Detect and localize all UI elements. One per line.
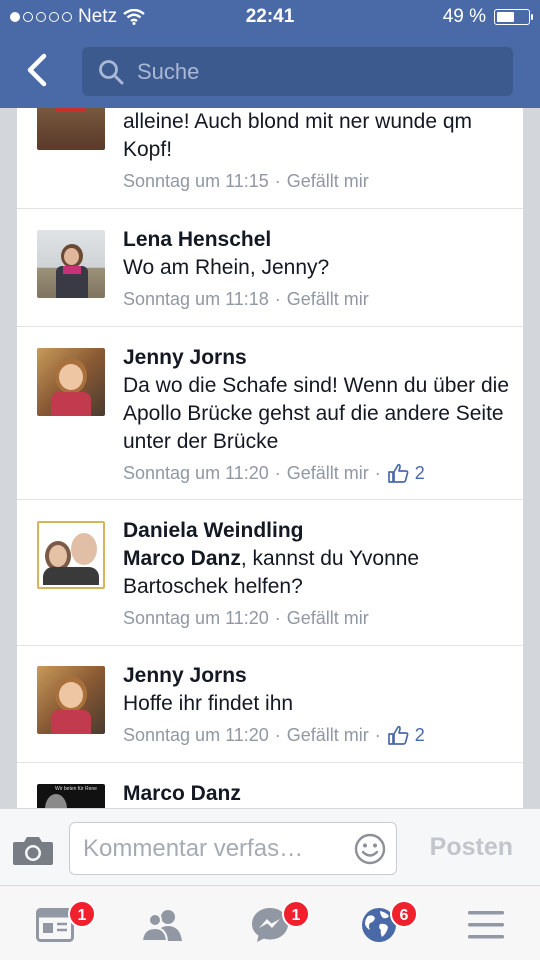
like-link[interactable]: Gefällt mir xyxy=(287,168,369,194)
avatar-caption: Wir beten für Rene xyxy=(55,786,97,792)
comment-time[interactable]: Sonntag um 11:20 xyxy=(123,722,269,748)
friends-icon xyxy=(140,910,182,942)
comment-time[interactable]: Sonntag um 11:20 xyxy=(123,460,269,486)
camera-icon[interactable] xyxy=(12,834,54,866)
back-arrow-icon[interactable] xyxy=(20,50,56,90)
meta-separator: · xyxy=(274,725,281,745)
hamburger-menu-icon xyxy=(468,911,504,939)
commenter-name[interactable]: Lena Henschel xyxy=(123,226,511,254)
bottom-tab-bar: 1 1 6 xyxy=(0,885,540,960)
tab-more-menu[interactable] xyxy=(468,902,514,948)
avatar[interactable] xyxy=(37,108,105,150)
notification-badge: 6 xyxy=(390,900,418,928)
thumbs-up-icon xyxy=(387,463,409,483)
like-link[interactable]: Gefällt mir xyxy=(287,460,369,486)
avatar[interactable] xyxy=(37,348,105,416)
comment-time[interactable]: Sonntag um 11:18 xyxy=(123,286,269,312)
search-input[interactable]: Suche xyxy=(82,47,513,96)
emoji-icon[interactable] xyxy=(354,833,386,865)
like-link[interactable]: Gefällt mir xyxy=(287,722,369,748)
tab-notifications[interactable]: 6 xyxy=(360,900,418,948)
like-link[interactable]: Gefällt mir xyxy=(287,286,369,312)
meta-separator: · xyxy=(374,725,381,745)
divider xyxy=(17,499,523,500)
mention-link[interactable]: Marco Danz xyxy=(123,547,241,570)
comment-placeholder: Kommentar verfas… xyxy=(83,835,304,862)
comment-list[interactable]: alleine! Auch blond mit ner wunde qm Kop… xyxy=(17,108,523,808)
commenter-name[interactable]: Jenny Jorns xyxy=(123,344,511,372)
status-bar: Netz 22:41 49 % xyxy=(0,0,540,34)
meta-separator: · xyxy=(274,289,281,309)
comment-text: alleine! Auch blond mit ner wunde qm Kop… xyxy=(123,110,473,161)
comment-time[interactable]: Sonntag um 11:20 xyxy=(123,605,269,631)
battery-percent: 49 % xyxy=(442,6,486,27)
thumbs-up-icon xyxy=(387,725,409,745)
post-button[interactable]: Posten xyxy=(430,833,513,862)
avatar[interactable]: Wir beten für Rene xyxy=(37,784,105,808)
battery-status: 49 % xyxy=(442,6,533,28)
like-count-number: 2 xyxy=(414,725,425,745)
divider xyxy=(17,645,523,646)
comment-text: Hoffe ihr findet ihn xyxy=(123,692,294,715)
like-count[interactable]: 2 xyxy=(387,460,425,486)
comment-text: Marco Danz, kannst du Yvonne Bartoschek … xyxy=(123,547,420,598)
comment-text: Da wo die Schafe sind! Wenn du über die … xyxy=(123,374,510,453)
divider xyxy=(17,762,523,763)
comment-time[interactable]: Sonntag um 11:15 xyxy=(123,168,269,194)
search-placeholder: Suche xyxy=(137,59,200,84)
avatar[interactable] xyxy=(37,521,105,589)
meta-separator: · xyxy=(274,171,281,191)
meta-separator: · xyxy=(374,463,381,483)
commenter-name[interactable]: Jenny Jorns xyxy=(123,662,511,690)
meta-separator: · xyxy=(274,463,281,483)
tab-messages[interactable]: 1 xyxy=(250,900,310,948)
avatar[interactable] xyxy=(37,666,105,734)
like-count[interactable]: 2 xyxy=(387,722,425,748)
notification-badge: 1 xyxy=(282,900,310,928)
comment-input[interactable]: Kommentar verfas… xyxy=(69,822,397,875)
battery-icon xyxy=(494,9,533,25)
divider xyxy=(17,208,523,209)
tab-news-feed[interactable]: 1 xyxy=(36,900,96,948)
avatar[interactable] xyxy=(37,230,105,298)
notification-badge: 1 xyxy=(68,900,96,928)
tab-friend-requests[interactable] xyxy=(140,902,186,948)
meta-separator: · xyxy=(274,608,281,628)
search-icon xyxy=(99,60,124,85)
like-count-number: 2 xyxy=(414,463,425,483)
top-navigation-bar: Netz 22:41 49 % Suche xyxy=(0,0,540,108)
comment-composer: Kommentar verfas… Posten xyxy=(0,808,540,885)
divider xyxy=(17,326,523,327)
commenter-name[interactable]: Marco Danz xyxy=(123,780,511,808)
like-link[interactable]: Gefällt mir xyxy=(287,605,369,631)
comment-text: Wo am Rhein, Jenny? xyxy=(123,256,330,279)
commenter-name[interactable]: Daniela Weindling xyxy=(123,517,511,545)
